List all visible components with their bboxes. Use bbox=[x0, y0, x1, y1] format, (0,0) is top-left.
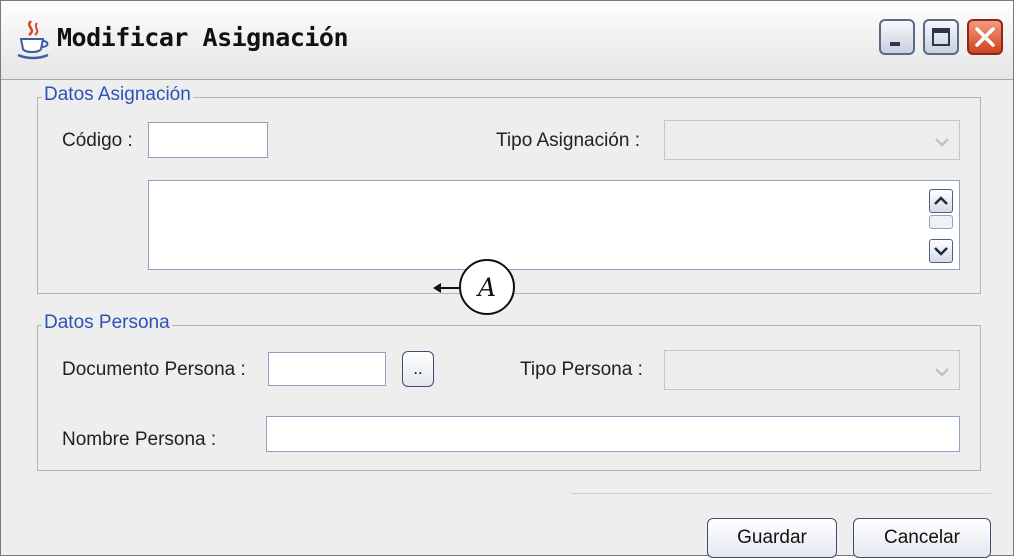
codigo-label: Código : bbox=[62, 130, 133, 151]
dialog-content: Datos Asignación Código : Tipo Asignació… bbox=[1, 80, 1013, 558]
close-button[interactable] bbox=[967, 19, 1003, 55]
guardar-button[interactable]: Guardar bbox=[707, 518, 837, 558]
title-bar[interactable]: Modificar Asignación bbox=[1, 1, 1013, 80]
tipo-asignacion-label: Tipo Asignación : bbox=[496, 130, 640, 151]
datos-persona-legend: Datos Persona bbox=[42, 312, 172, 334]
window-title: Modificar Asignación bbox=[57, 23, 349, 52]
scroll-up-button[interactable] bbox=[929, 189, 953, 213]
maximize-icon bbox=[932, 28, 950, 46]
scroll-down-button[interactable] bbox=[929, 239, 953, 263]
chevron-up-icon bbox=[934, 196, 948, 205]
chevron-down-icon bbox=[935, 138, 949, 147]
dialog-window: Modificar Asignación Datos Asignación Có… bbox=[0, 0, 1014, 558]
documento-persona-input[interactable] bbox=[268, 352, 386, 386]
datos-persona-group: Datos Persona Documento Persona : .. Tip… bbox=[37, 312, 981, 471]
browse-persona-button[interactable]: .. bbox=[402, 351, 434, 387]
documento-persona-label: Documento Persona : bbox=[62, 359, 246, 380]
minimize-icon bbox=[890, 42, 900, 46]
codigo-input[interactable] bbox=[148, 122, 268, 158]
descripcion-textarea[interactable] bbox=[148, 180, 960, 270]
minimize-button[interactable] bbox=[879, 19, 915, 55]
nombre-persona-label: Nombre Persona : bbox=[62, 429, 217, 450]
datos-asignacion-legend: Datos Asignación bbox=[42, 84, 193, 106]
datos-asignacion-group: Datos Asignación Código : Tipo Asignació… bbox=[37, 84, 981, 294]
cancelar-button[interactable]: Cancelar bbox=[853, 518, 991, 558]
tipo-asignacion-select[interactable] bbox=[664, 120, 960, 160]
nombre-persona-input[interactable] bbox=[266, 416, 960, 452]
tipo-persona-select[interactable] bbox=[664, 350, 960, 390]
maximize-button[interactable] bbox=[923, 19, 959, 55]
footer-divider bbox=[571, 493, 991, 494]
annotation-marker: A bbox=[459, 259, 515, 315]
chevron-down-icon bbox=[935, 368, 949, 377]
java-cup-icon bbox=[17, 20, 49, 60]
scroll-thumb[interactable] bbox=[929, 215, 953, 229]
tipo-persona-label: Tipo Persona : bbox=[520, 359, 643, 380]
close-icon bbox=[975, 27, 995, 47]
chevron-down-icon bbox=[934, 247, 948, 256]
